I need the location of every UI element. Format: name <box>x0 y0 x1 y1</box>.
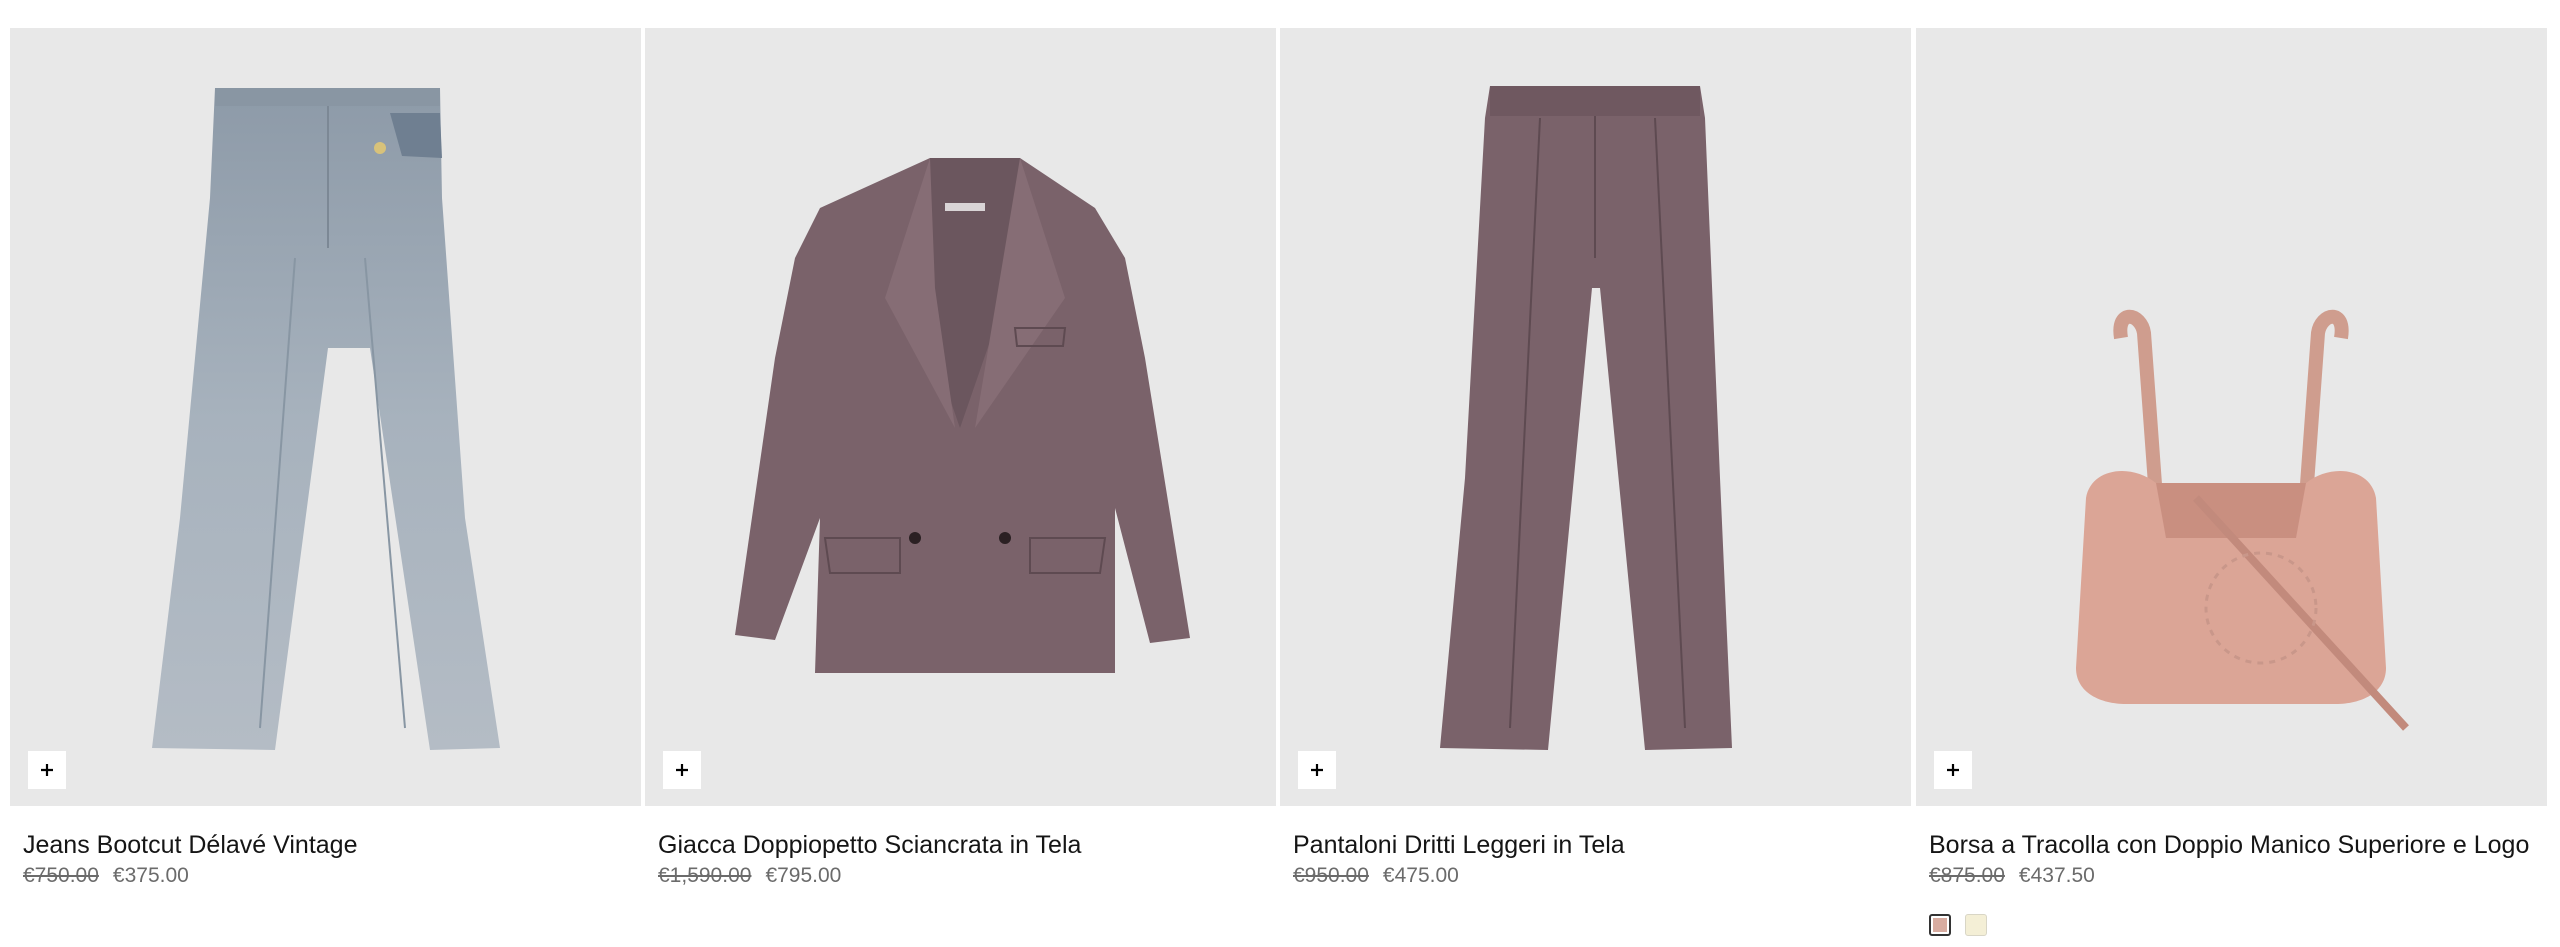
color-swatch-cream[interactable] <box>1965 914 1987 936</box>
plus-icon <box>41 764 53 776</box>
product-prices: €950.00 €475.00 <box>1293 863 1911 889</box>
original-price: €875.00 <box>1929 864 2005 887</box>
bag-image <box>2076 309 2409 731</box>
product-image[interactable] <box>1280 28 1911 806</box>
product-name[interactable]: Pantaloni Dritti Leggeri in Tela <box>1293 830 1911 860</box>
sale-price: €437.50 <box>2018 864 2095 887</box>
plus-icon <box>1947 764 1959 776</box>
add-to-bag-button[interactable] <box>663 751 701 789</box>
sale-price: €795.00 <box>765 864 842 887</box>
product-card[interactable]: Borsa a Tracolla con Doppio Manico Super… <box>1916 28 2547 936</box>
blazer-image <box>735 158 1190 673</box>
color-swatch-pink[interactable] <box>1929 914 1951 936</box>
product-image[interactable] <box>645 28 1276 806</box>
sale-price: €475.00 <box>1382 864 1459 887</box>
product-image[interactable] <box>1916 28 2547 806</box>
plus-icon <box>1311 764 1323 776</box>
original-price: €1,590.00 <box>658 864 752 887</box>
color-swatches <box>1929 914 2547 936</box>
product-card[interactable]: Giacca Doppiopetto Sciancrata in Tela €1… <box>645 28 1276 889</box>
product-prices: €750.00 €375.00 <box>23 863 641 889</box>
product-grid: Jeans Bootcut Délavé Vintage €750.00 €375… <box>0 0 2560 947</box>
product-name[interactable]: Borsa a Tracolla con Doppio Manico Super… <box>1929 830 2547 860</box>
product-name[interactable]: Jeans Bootcut Délavé Vintage <box>23 830 641 860</box>
original-price: €750.00 <box>23 864 99 887</box>
plus-icon <box>676 764 688 776</box>
product-image[interactable] <box>10 28 641 806</box>
sale-price: €375.00 <box>112 864 189 887</box>
add-to-bag-button[interactable] <box>28 751 66 789</box>
add-to-bag-button[interactable] <box>1934 751 1972 789</box>
jeans-image <box>152 88 500 750</box>
trousers-image <box>1440 86 1732 750</box>
product-card[interactable]: Jeans Bootcut Délavé Vintage €750.00 €375… <box>10 28 641 889</box>
add-to-bag-button[interactable] <box>1298 751 1336 789</box>
original-price: €950.00 <box>1293 864 1369 887</box>
product-prices: €875.00 €437.50 <box>1929 863 2547 889</box>
product-prices: €1,590.00 €795.00 <box>658 863 1276 889</box>
product-name[interactable]: Giacca Doppiopetto Sciancrata in Tela <box>658 830 1276 860</box>
product-card[interactable]: Pantaloni Dritti Leggeri in Tela €950.00… <box>1280 28 1911 889</box>
